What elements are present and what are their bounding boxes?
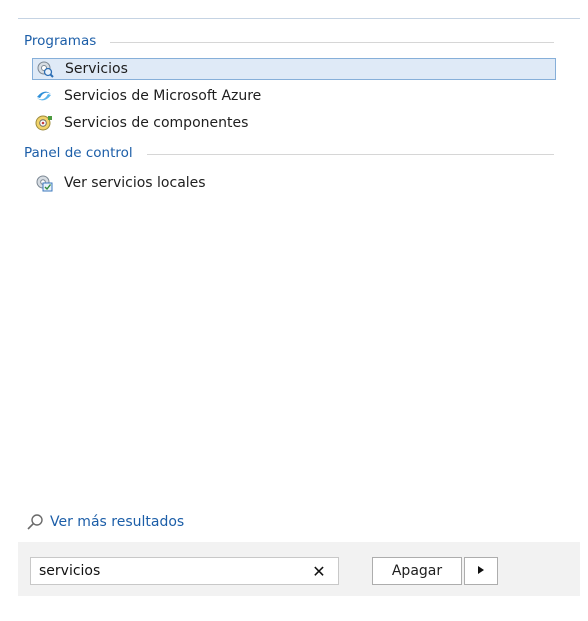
- shutdown-button[interactable]: Apagar: [372, 557, 462, 585]
- result-item-label: Servicios de componentes: [64, 115, 249, 131]
- shutdown-options-button[interactable]: [464, 557, 498, 585]
- shutdown-label: Apagar: [391, 563, 443, 579]
- section-divider: [146, 153, 554, 155]
- component-services-icon: [34, 113, 54, 133]
- result-item-local-services[interactable]: Ver servicios locales: [32, 172, 206, 194]
- azure-icon: [34, 86, 54, 106]
- section-header-control-panel: Panel de control: [24, 144, 554, 162]
- result-item-label: Servicios: [65, 61, 128, 77]
- local-services-icon: [34, 173, 54, 193]
- result-item-component-services[interactable]: Servicios de componentes: [32, 112, 248, 134]
- search-box[interactable]: ✕: [30, 557, 339, 585]
- result-item-services[interactable]: Servicios: [32, 58, 556, 80]
- section-divider: [110, 41, 554, 43]
- section-header-programs: Programas: [24, 32, 554, 50]
- close-icon[interactable]: ✕: [306, 559, 332, 583]
- section-title-control-panel: Panel de control: [24, 145, 133, 161]
- result-item-azure[interactable]: Servicios de Microsoft Azure: [32, 85, 261, 107]
- see-more-results-label: Ver más resultados: [50, 514, 185, 530]
- triangle-right-icon: [477, 563, 485, 579]
- section-title-programs: Programas: [24, 33, 97, 49]
- result-item-label: Ver servicios locales: [64, 175, 206, 191]
- search-input[interactable]: [31, 559, 306, 583]
- services-gear-magnifier-icon: [35, 59, 55, 79]
- top-border: [18, 18, 580, 19]
- search-icon: [26, 513, 44, 531]
- shutdown-group: Apagar: [372, 557, 498, 585]
- see-more-results-link[interactable]: Ver más resultados: [26, 512, 184, 532]
- result-item-label: Servicios de Microsoft Azure: [64, 88, 262, 104]
